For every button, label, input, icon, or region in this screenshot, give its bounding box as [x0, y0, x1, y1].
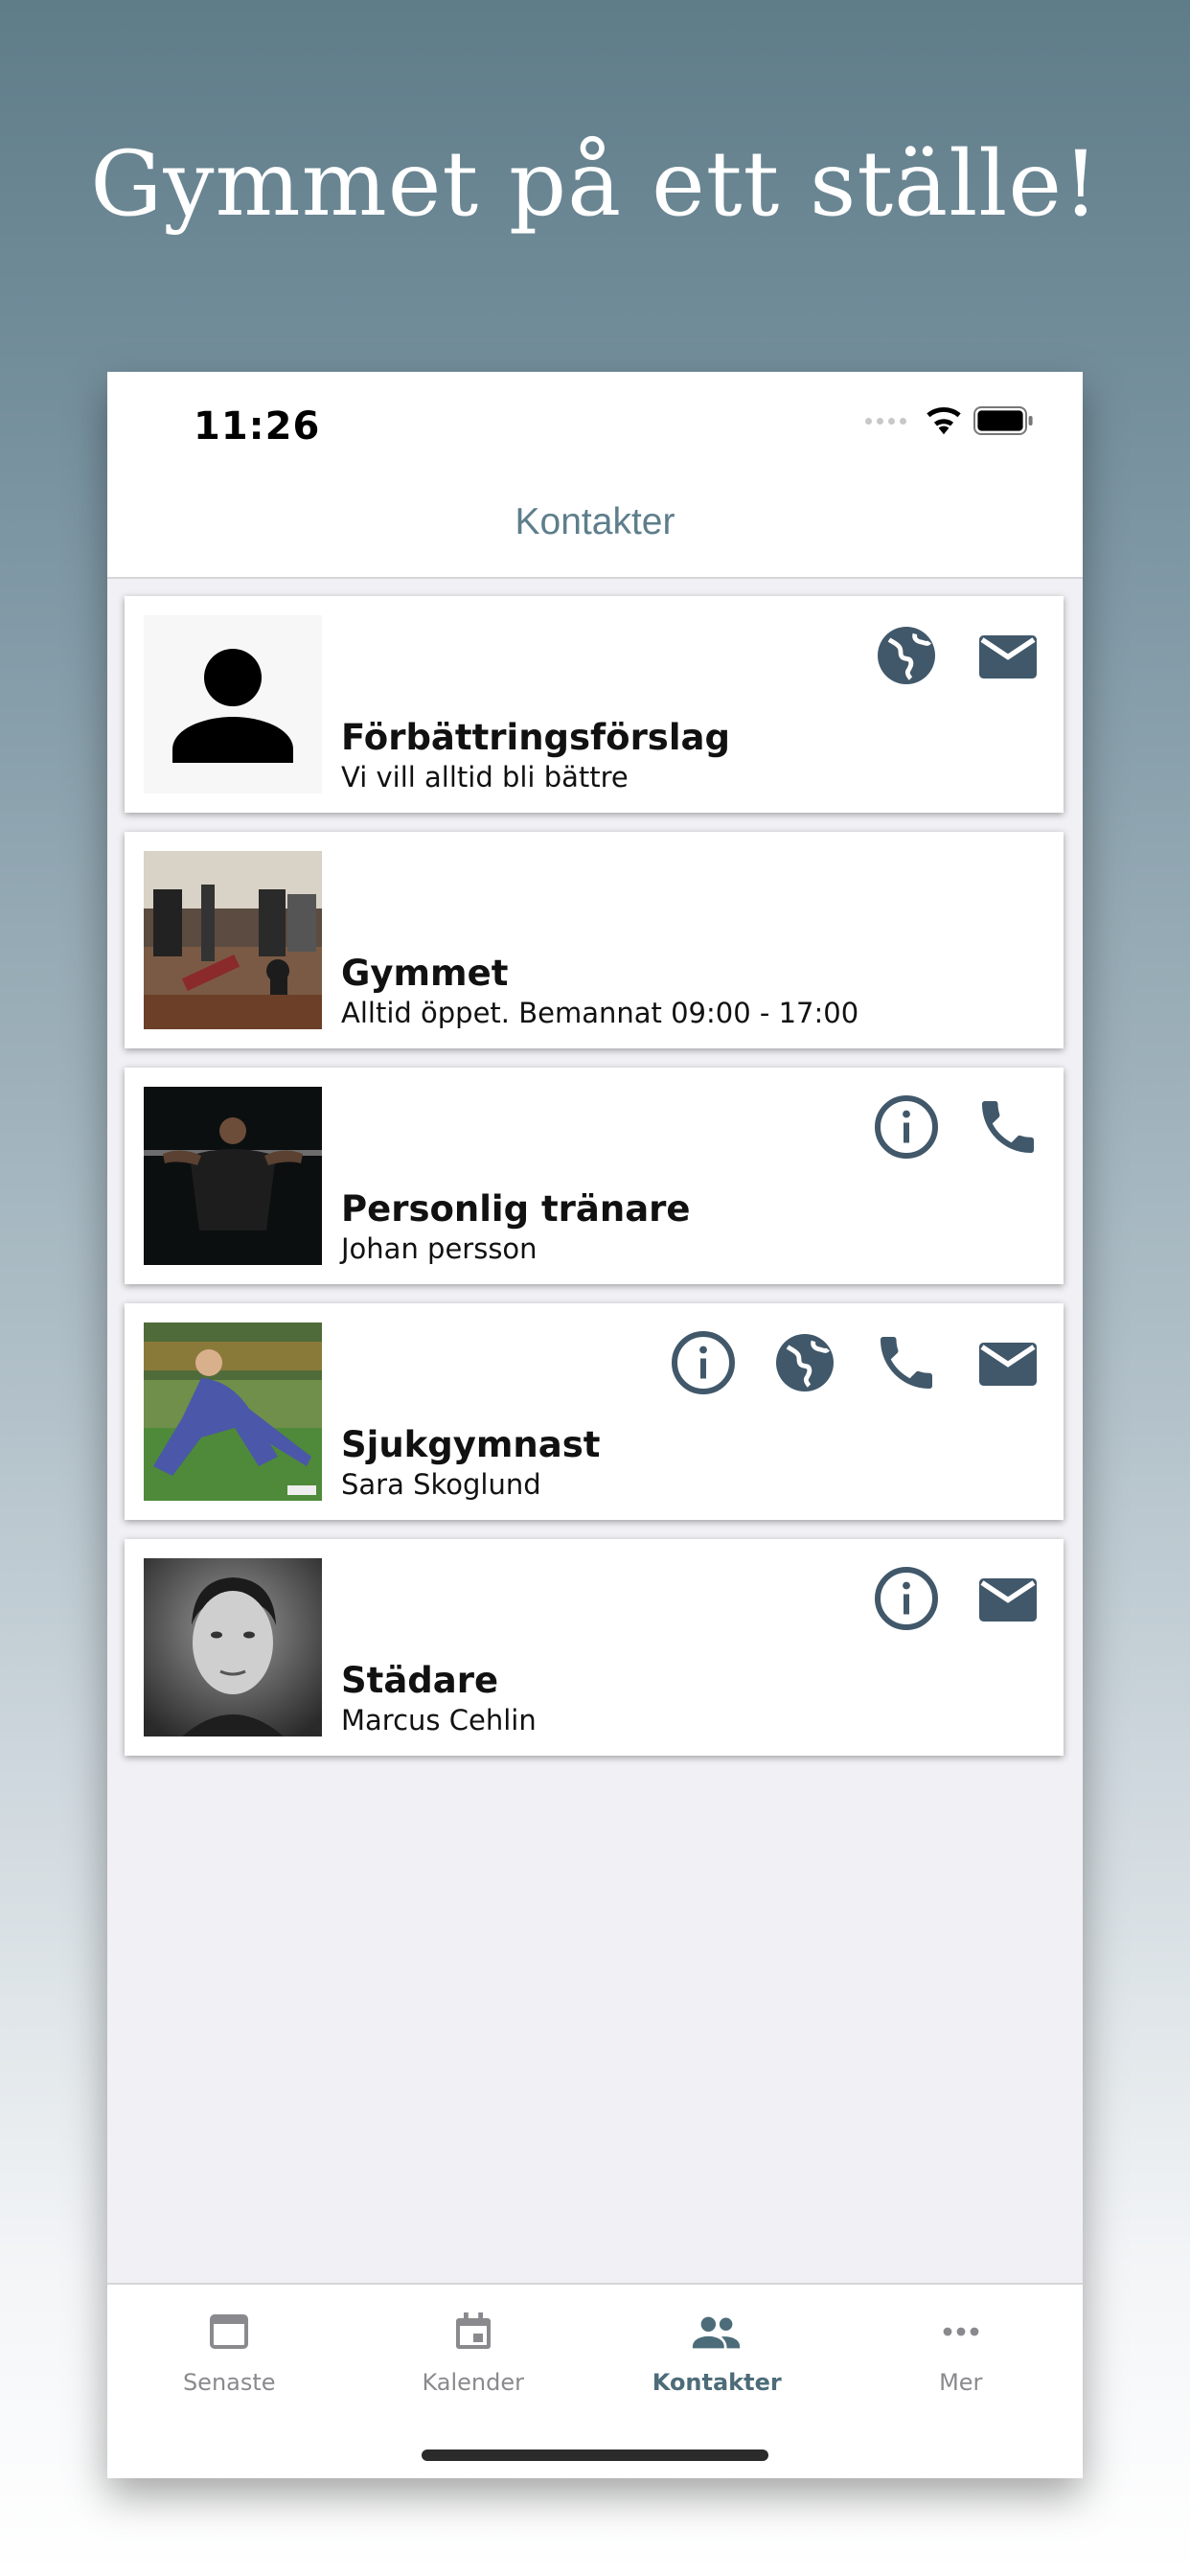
- nav-bar: Kontakter: [107, 468, 1083, 579]
- contact-title: Gymmet: [341, 953, 509, 994]
- phone-icon[interactable]: [872, 1328, 941, 1397]
- tab-mer[interactable]: Mer: [839, 2306, 1084, 2396]
- tab-bar: Senaste Kalender Kontakter Mer: [107, 2283, 1083, 2478]
- card-actions: [872, 1092, 1042, 1162]
- mail-icon[interactable]: [973, 1564, 1042, 1633]
- signal-icon: [865, 417, 906, 425]
- people-icon: [691, 2306, 743, 2358]
- status-icons: [865, 406, 1035, 435]
- contact-card-sjukgymnast[interactable]: Sjukgymnast Sara Skoglund: [125, 1303, 1064, 1520]
- contact-card-stadare[interactable]: Städare Marcus Cehlin: [125, 1539, 1064, 1756]
- contact-subtitle: Vi vill alltid bli bättre: [341, 761, 629, 794]
- more-icon: [935, 2306, 987, 2358]
- globe-icon[interactable]: [770, 1328, 839, 1397]
- wifi-icon: [927, 406, 961, 435]
- contact-subtitle: Marcus Cehlin: [341, 1704, 537, 1736]
- status-time: 11:26: [194, 404, 321, 448]
- contact-subtitle: Sara Skoglund: [341, 1468, 541, 1501]
- contact-subtitle: Alltid öppet. Bemannat 09:00 - 17:00: [341, 997, 859, 1029]
- mail-icon[interactable]: [973, 621, 1042, 690]
- headline: Gymmet på ett ställe!: [90, 132, 1100, 237]
- physio-photo: [144, 1322, 322, 1501]
- phone-screen: 11:26 Kontakter Förbättringsförslag Vi v…: [107, 372, 1083, 2478]
- battery-icon: [973, 406, 1033, 435]
- status-bar: 11:26: [107, 372, 1083, 468]
- contact-title: Sjukgymnast: [341, 1424, 601, 1465]
- card-actions: [872, 621, 1042, 690]
- cleaner-photo: [144, 1558, 322, 1736]
- tab-label: Kalender: [422, 2369, 525, 2396]
- info-icon[interactable]: [872, 1092, 941, 1162]
- phone-icon[interactable]: [973, 1092, 1042, 1162]
- contact-title: Förbättringsförslag: [341, 717, 730, 758]
- home-indicator: [422, 2450, 768, 2461]
- tab-label: Kontakter: [652, 2369, 782, 2396]
- tab-kalender[interactable]: Kalender: [352, 2306, 596, 2396]
- card-actions: [872, 1564, 1042, 1633]
- gym-photo: [144, 851, 322, 1029]
- tab-senaste[interactable]: Senaste: [107, 2306, 352, 2396]
- contact-subtitle: Johan persson: [341, 1232, 538, 1265]
- card-actions: [669, 1328, 1042, 1397]
- calendar-icon: [447, 2306, 499, 2358]
- tab-label: Senaste: [182, 2369, 276, 2396]
- mail-icon[interactable]: [973, 1328, 1042, 1397]
- window-icon: [203, 2306, 255, 2358]
- tab-kontakter[interactable]: Kontakter: [595, 2306, 839, 2396]
- globe-icon[interactable]: [872, 621, 941, 690]
- contact-title: Städare: [341, 1660, 499, 1701]
- contact-list: Förbättringsförslag Vi vill alltid bli b…: [125, 596, 1065, 1775]
- info-icon[interactable]: [872, 1564, 941, 1633]
- info-icon[interactable]: [669, 1328, 738, 1397]
- contact-card-gymmet[interactable]: Gymmet Alltid öppet. Bemannat 09:00 - 17…: [125, 832, 1064, 1048]
- tab-label: Mer: [939, 2369, 983, 2396]
- contact-card-forbattringsforslag[interactable]: Förbättringsförslag Vi vill alltid bli b…: [125, 596, 1064, 813]
- person-placeholder-image: [144, 615, 322, 794]
- page-title: Kontakter: [515, 501, 675, 542]
- trainer-photo: [144, 1087, 322, 1265]
- contact-title: Personlig tränare: [341, 1188, 691, 1230]
- contact-card-personlig-tranare[interactable]: Personlig tränare Johan persson: [125, 1068, 1064, 1284]
